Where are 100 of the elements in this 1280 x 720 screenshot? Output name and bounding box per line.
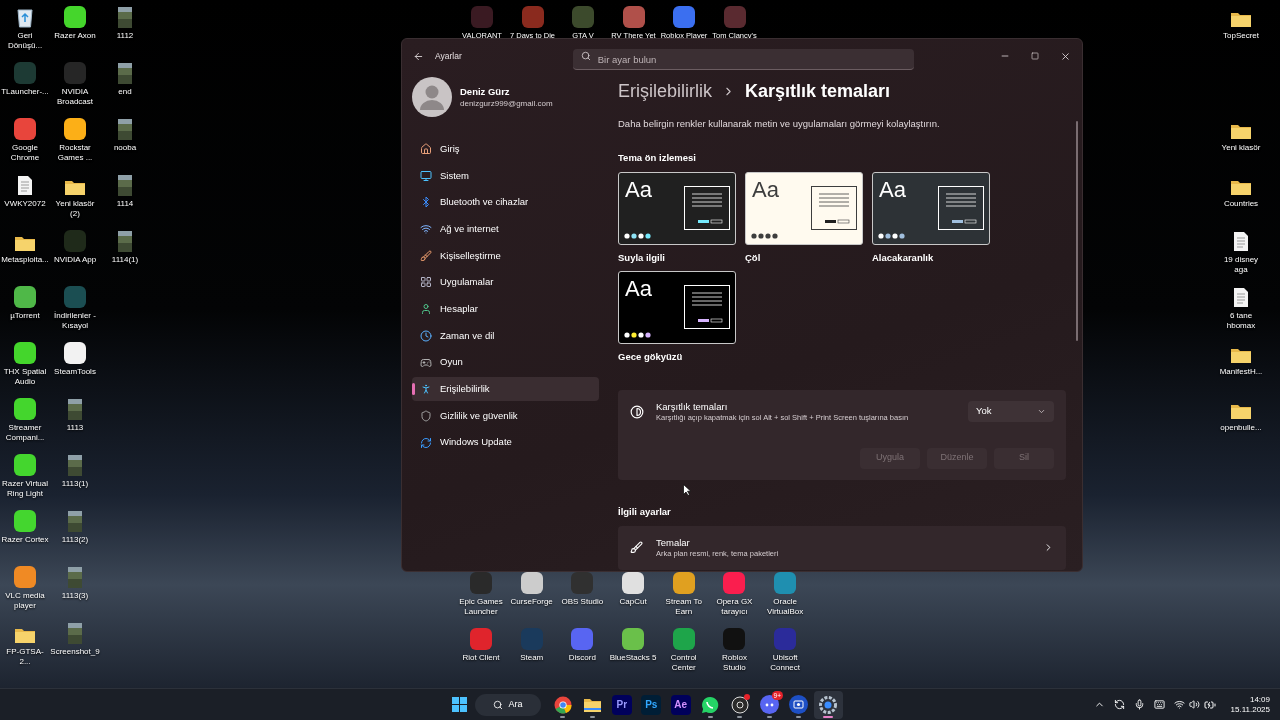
desktop-shortcut[interactable]: 1113(3)	[60, 591, 90, 601]
desktop-shortcut[interactable]: Steam	[519, 653, 545, 663]
controller-face-icon	[759, 695, 779, 714]
taskbar-search[interactable]: Ara	[475, 693, 541, 716]
nav-item[interactable]: Sistem	[412, 163, 599, 188]
desktop-shortcut[interactable]: Countries	[1222, 199, 1260, 209]
desktop-shortcut[interactable]: Geri Dönüşü...	[0, 31, 50, 51]
desktop-shortcut[interactable]: BlueStacks 5	[608, 653, 658, 663]
app-icon: Ae	[670, 694, 691, 715]
nav-item[interactable]: Zaman ve dil	[412, 323, 599, 348]
desktop-shortcut[interactable]: 19 disney aga	[1216, 255, 1266, 275]
nav-icon	[420, 276, 432, 289]
desktop-shortcut[interactable]: µTorrent	[9, 311, 41, 321]
desktop-shortcut[interactable]: openbulle...	[1219, 423, 1263, 433]
window-preview-drawing	[684, 285, 730, 329]
desktop-shortcut[interactable]: Control Center	[658, 653, 709, 673]
nav-icon	[420, 249, 432, 262]
desktop-shortcut[interactable]: Discord	[567, 653, 597, 663]
desktop-shortcut[interactable]: 1113(1)	[60, 479, 90, 489]
desktop-shortcut[interactable]: Stream To Earn	[658, 597, 709, 617]
page-title: Karşıtlık temaları	[745, 80, 891, 103]
sample-text: Aa	[624, 276, 652, 301]
clock-date[interactable]: 15.11.2025	[1230, 704, 1270, 715]
desktop-shortcut[interactable]: ManifestH...	[1218, 367, 1264, 377]
desktop-shortcut[interactable]: Streamer Compani...	[0, 423, 50, 443]
speaker-icon[interactable]	[1188, 699, 1200, 710]
nav-item[interactable]: Erişilebilirlik	[412, 377, 599, 402]
desktop-shortcut[interactable]: Ubisoft Connect	[760, 653, 811, 673]
taskbar-app[interactable]: Ps	[636, 690, 666, 719]
taskbar-app[interactable]: Pr	[607, 690, 637, 719]
desktop-shortcut[interactable]: Metasploita...	[0, 255, 50, 265]
nav-item[interactable]: Windows Update	[412, 430, 599, 455]
image-thumbnail-icon	[118, 175, 132, 196]
desktop-shortcut[interactable]: Razer Virtual Ring Light	[0, 479, 50, 499]
desktop-shortcut[interactable]: VWKY2072	[3, 199, 47, 209]
image-thumbnail-icon	[68, 567, 82, 588]
desktop-shortcut[interactable]: CapCut	[618, 597, 648, 607]
theme-preview-card[interactable]: Aa	[618, 270, 736, 344]
desktop-shortcut[interactable]: TLauncher-...	[0, 87, 50, 97]
desktop-shortcut[interactable]: Riot Client	[461, 653, 501, 663]
desktop-shortcut[interactable]: Opera GX tarayıcı	[709, 597, 760, 617]
desktop-shortcut[interactable]: end	[117, 87, 133, 97]
nav-item[interactable]: Uygulamalar	[412, 270, 599, 295]
theme-preview-card[interactable]: Aa	[745, 171, 863, 245]
theme-dropdown[interactable]: Yok	[968, 401, 1054, 422]
desktop-shortcut[interactable]: 1113	[65, 423, 85, 433]
nav-item[interactable]: Oyun	[412, 350, 599, 375]
desktop-shortcut[interactable]: Oracle VirtualBox	[760, 597, 811, 617]
nav-icon	[420, 329, 432, 342]
desktop-shortcut[interactable]: 1112	[115, 31, 135, 41]
desktop-shortcut[interactable]: 1113(2)	[60, 535, 90, 545]
nav-icon	[420, 409, 432, 422]
nav-item[interactable]: Giriş	[412, 137, 599, 161]
image-thumbnail-icon	[68, 455, 82, 476]
desktop-shortcut[interactable]: OBS Studio	[560, 597, 605, 607]
window-preview-drawing	[684, 186, 730, 230]
nav-item[interactable]: Gizlilik ve güvenlik	[412, 403, 599, 428]
wifi-icon[interactable]	[1173, 699, 1185, 710]
desktop-shortcut[interactable]: TopSecret	[1222, 31, 1260, 41]
desktop-shortcut[interactable]: THX Spatial Audio	[0, 367, 50, 387]
nav-item[interactable]: Bluetooth ve cihazlar	[412, 190, 599, 215]
nav-icon	[420, 303, 432, 316]
desktop-shortcut[interactable]: Razer Cortex	[0, 535, 50, 545]
desktop-shortcut[interactable]: 1114(1)	[110, 255, 140, 265]
desktop-shortcut[interactable]: Razer Axon	[53, 31, 97, 41]
desktop-shortcut[interactable]: 6 tane hbomax	[1216, 311, 1266, 331]
nav-icon	[420, 356, 432, 369]
desktop-shortcut[interactable]: Rockstar Games ...	[50, 143, 100, 163]
desktop-shortcut[interactable]: Google Chrome	[0, 143, 50, 163]
theme-preview-card[interactable]: Aa	[872, 171, 990, 245]
sync-icon[interactable]	[1113, 699, 1125, 710]
nav-item[interactable]: Hesaplar	[412, 297, 599, 322]
folder-icon	[64, 178, 86, 196]
microphone-icon[interactable]	[1133, 699, 1145, 710]
desktop-shortcut[interactable]: 1114	[115, 199, 135, 209]
desktop-shortcut[interactable]: NVIDIA App	[52, 255, 98, 265]
desktop-shortcut[interactable]: CurseForge	[509, 597, 554, 607]
desktop-shortcut[interactable]: nooba	[112, 143, 138, 153]
desktop-shortcut[interactable]: NVIDIA Broadcast	[50, 87, 100, 107]
desktop-shortcut[interactable]: Screenshot_9	[49, 647, 101, 657]
search-field[interactable]: Bir ayar bulun	[572, 49, 914, 70]
desktop-shortcut[interactable]: Epic Games Launcher	[456, 597, 506, 617]
battery-icon[interactable]	[1203, 698, 1216, 711]
nav-icon	[420, 143, 432, 155]
nav-item[interactable]: Ağ ve internet	[412, 217, 599, 242]
desktop-shortcut[interactable]: Roblox Studio	[709, 653, 760, 673]
desktop-shortcut[interactable]: Yeni klasör (2)	[50, 199, 100, 219]
clock-time[interactable]: 14:09	[1249, 694, 1270, 705]
taskbar-app[interactable]	[813, 690, 843, 719]
desktop-shortcut[interactable]: İndirilenler - Kısayol	[50, 311, 100, 331]
image-thumbnail-icon	[118, 7, 132, 28]
desktop-shortcut[interactable]: FP-GTSA-2...	[0, 647, 50, 667]
keyboard-icon[interactable]	[1153, 699, 1165, 710]
theme-preview-card[interactable]: Aa	[618, 171, 736, 245]
desktop-shortcut[interactable]: SteamTools	[53, 367, 97, 377]
desktop-shortcut[interactable]: Yeni klasör	[1220, 143, 1262, 153]
nav-item[interactable]: Kişiselleştirme	[412, 243, 599, 268]
desktop-shortcut[interactable]: VLC media player	[0, 591, 50, 611]
taskbar-app[interactable]: Ae	[666, 690, 696, 719]
breadcrumb-parent[interactable]: Erişilebilirlik	[618, 78, 712, 105]
